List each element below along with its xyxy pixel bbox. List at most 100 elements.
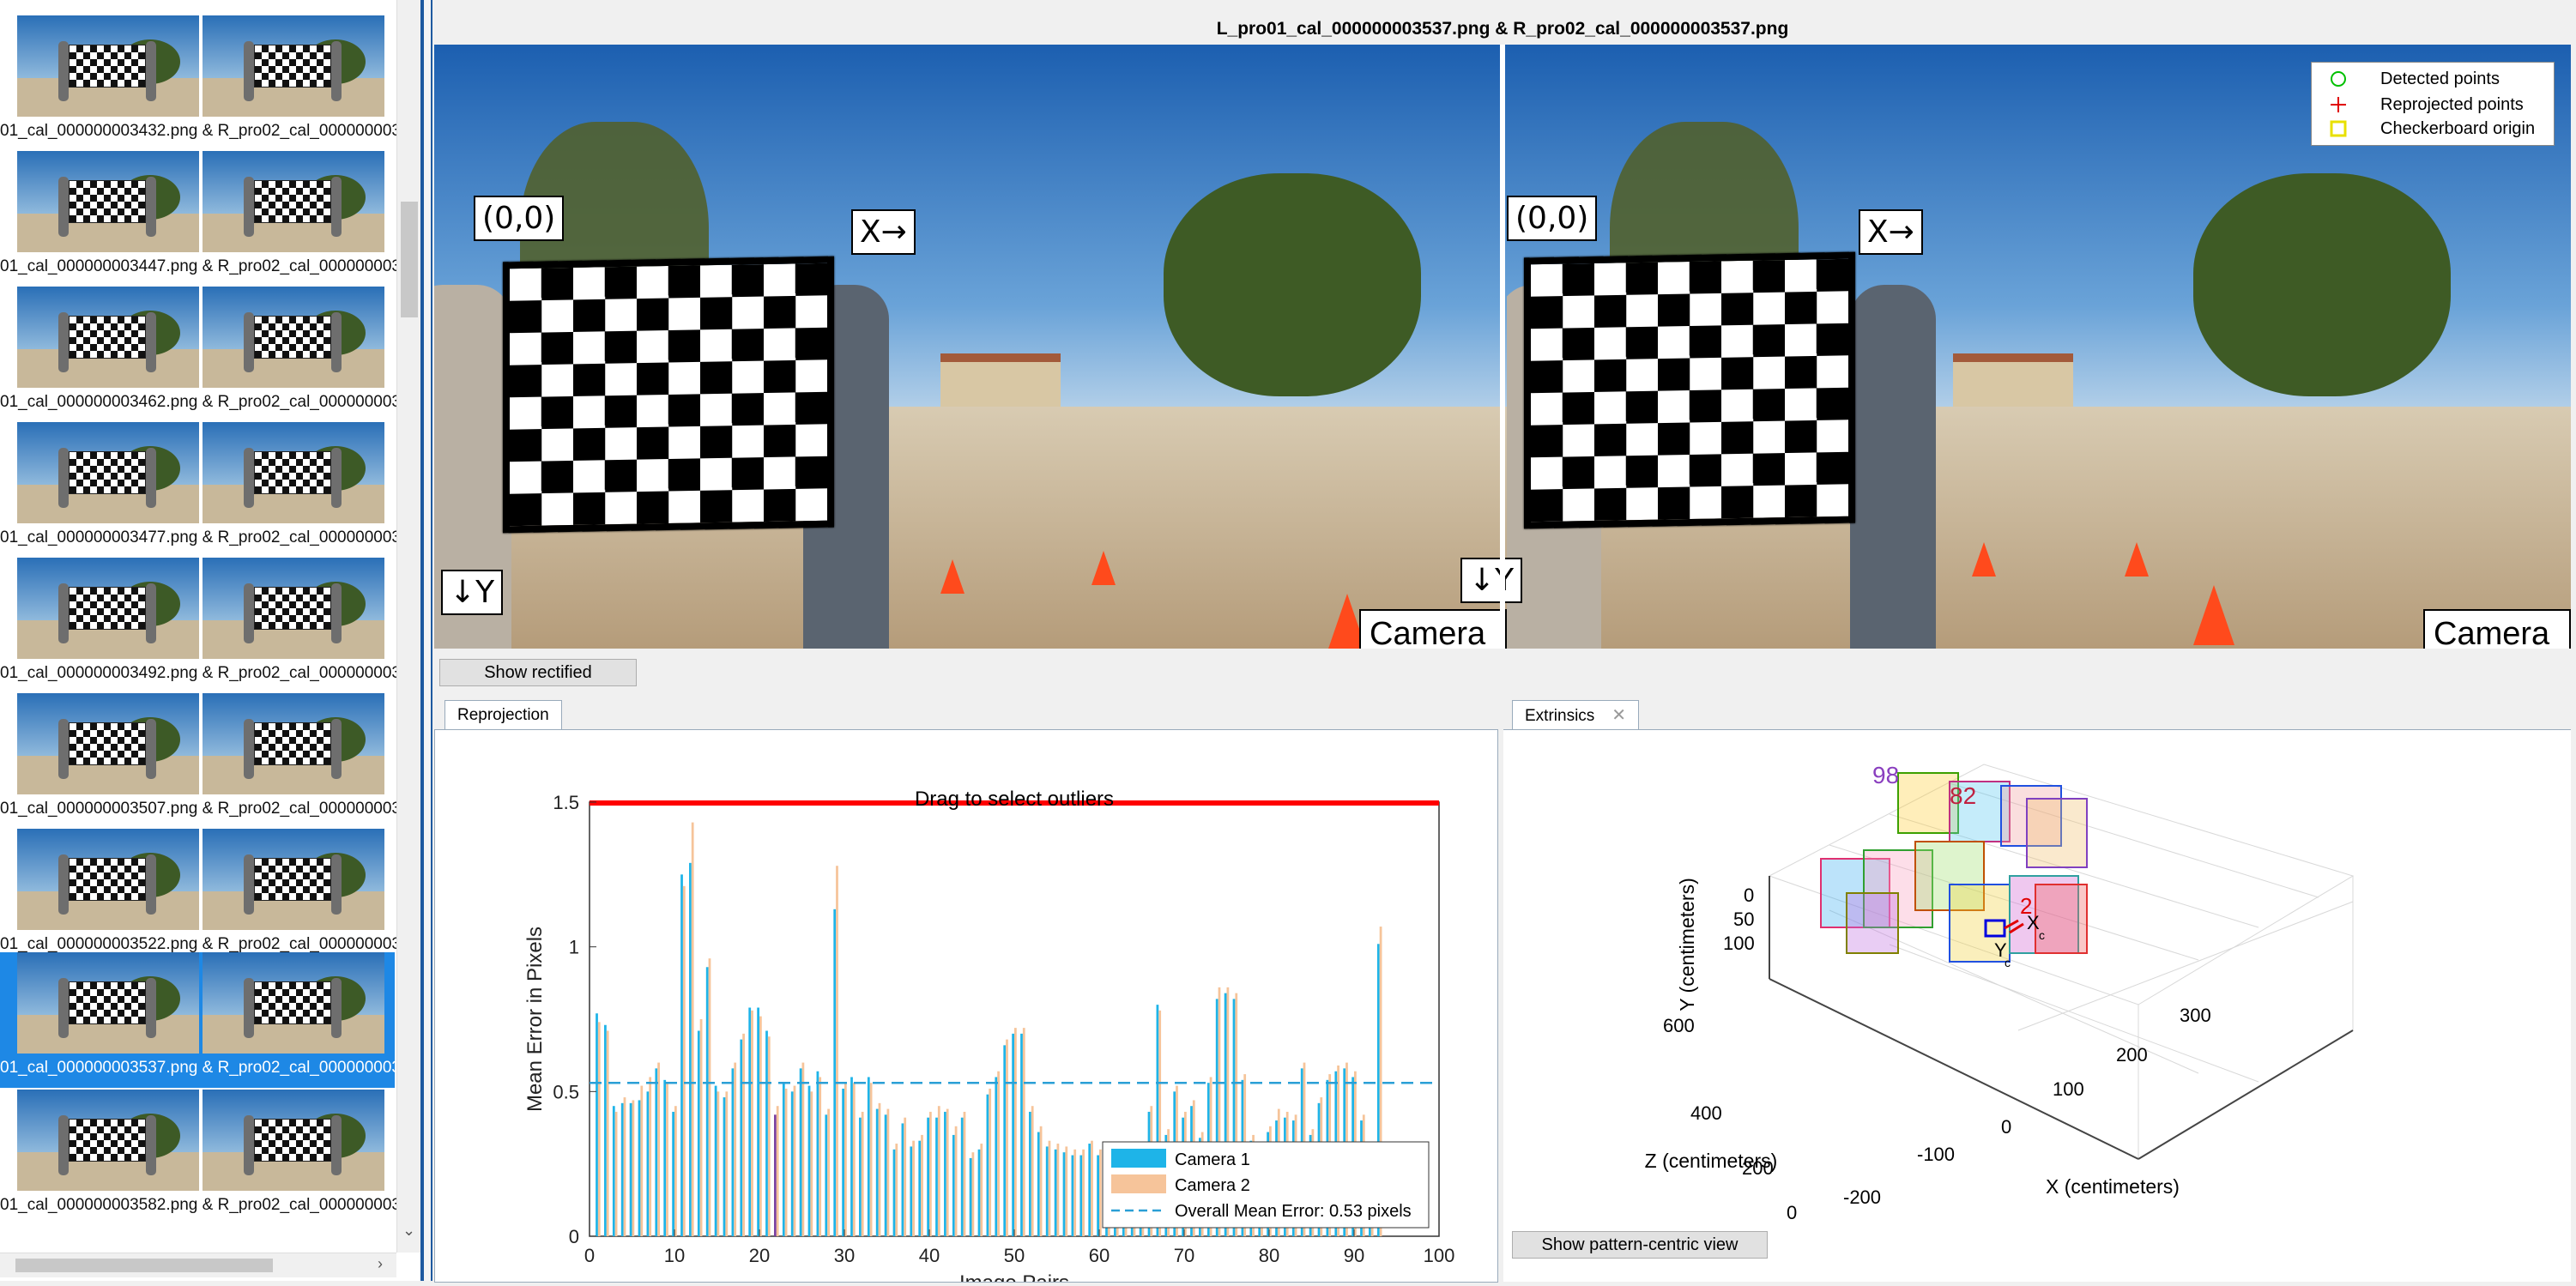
bar-camera2[interactable] bbox=[946, 1108, 949, 1236]
bar-camera1[interactable] bbox=[782, 1083, 785, 1236]
bar-camera2[interactable] bbox=[784, 1088, 788, 1236]
bar-camera2[interactable] bbox=[861, 1111, 864, 1236]
bar-camera1[interactable] bbox=[765, 1030, 768, 1236]
bar-camera2[interactable] bbox=[674, 1106, 677, 1236]
bar-camera2[interactable] bbox=[810, 1091, 813, 1236]
bar-camera1[interactable] bbox=[901, 1123, 904, 1236]
bar-camera2[interactable] bbox=[886, 1108, 890, 1236]
image-pair-item[interactable]: 01_cal_000000003582.png & R_pro02_cal_00… bbox=[0, 1090, 401, 1225]
bar-camera1[interactable] bbox=[672, 1111, 674, 1236]
bar-camera1[interactable] bbox=[655, 1068, 658, 1236]
bar-camera1[interactable] bbox=[986, 1094, 989, 1236]
bar-camera1[interactable] bbox=[612, 1106, 615, 1236]
bar-camera1[interactable] bbox=[977, 1149, 981, 1236]
bar-camera2[interactable] bbox=[1014, 1028, 1017, 1236]
bar-camera1[interactable] bbox=[816, 1071, 819, 1236]
close-icon[interactable]: ✕ bbox=[1612, 706, 1626, 725]
bar-camera2[interactable] bbox=[759, 1016, 762, 1236]
bar-camera2[interactable] bbox=[742, 1033, 745, 1236]
bar-camera2[interactable] bbox=[1031, 1106, 1034, 1236]
bar-camera2[interactable] bbox=[989, 1088, 992, 1236]
bar-camera2[interactable] bbox=[691, 822, 694, 1236]
bar-camera1[interactable] bbox=[757, 1007, 759, 1236]
bar-camera2[interactable] bbox=[751, 1010, 753, 1236]
bar-camera2[interactable] bbox=[1006, 1039, 1008, 1236]
reprojection-chart[interactable]: Drag to select outliers0 10 20 30 40 50 60 70 80… bbox=[435, 730, 1497, 1286]
bar-camera1[interactable] bbox=[1071, 1155, 1074, 1236]
bar-camera1[interactable] bbox=[969, 1157, 972, 1236]
bar-camera1[interactable] bbox=[1079, 1155, 1083, 1236]
bar-camera2[interactable] bbox=[614, 1111, 618, 1236]
bar-camera2[interactable] bbox=[623, 1097, 626, 1236]
horizontal-scrollbar[interactable]: › bbox=[0, 1253, 396, 1277]
chevron-down-icon[interactable]: ⌄ bbox=[402, 1222, 415, 1240]
bar-camera2[interactable] bbox=[1091, 1140, 1093, 1236]
bar-camera1[interactable] bbox=[1097, 1155, 1099, 1236]
bar-camera2[interactable] bbox=[827, 1108, 830, 1236]
bar-camera2[interactable] bbox=[1039, 1126, 1043, 1236]
bar-camera2[interactable] bbox=[819, 1077, 822, 1236]
vertical-scrollbar[interactable]: ⌄ bbox=[396, 0, 420, 1253]
bar-camera2[interactable] bbox=[708, 958, 711, 1236]
bar-camera2[interactable] bbox=[725, 1091, 729, 1236]
bar-camera1[interactable] bbox=[1003, 1045, 1007, 1236]
bar-camera1[interactable] bbox=[748, 1007, 752, 1236]
bar-camera1[interactable] bbox=[995, 1077, 998, 1236]
bar-camera1[interactable] bbox=[850, 1077, 853, 1236]
bar-camera2[interactable] bbox=[640, 1085, 644, 1236]
bar-camera1[interactable] bbox=[697, 1030, 700, 1236]
bar-camera2[interactable] bbox=[632, 1100, 635, 1236]
bar-camera1[interactable] bbox=[629, 1102, 632, 1236]
bar-camera1[interactable] bbox=[1029, 1111, 1031, 1236]
bar-camera1[interactable] bbox=[1020, 1033, 1023, 1236]
bar-camera2[interactable] bbox=[776, 1106, 779, 1236]
bar-camera1[interactable] bbox=[1062, 1152, 1066, 1236]
bar-camera2[interactable] bbox=[980, 1144, 983, 1236]
bar-camera1[interactable] bbox=[833, 909, 837, 1236]
bar-camera2[interactable] bbox=[929, 1111, 932, 1236]
bar-camera2[interactable] bbox=[912, 1140, 915, 1236]
bar-camera1[interactable] bbox=[689, 862, 692, 1236]
bar-camera2[interactable] bbox=[1082, 1149, 1085, 1236]
bar-camera1[interactable] bbox=[952, 1134, 955, 1236]
bar-camera2[interactable] bbox=[1022, 1028, 1025, 1236]
image-pair-item[interactable]: 01_cal_000000003462.png & R_pro02_cal_00… bbox=[0, 287, 401, 422]
bar-camera2[interactable] bbox=[963, 1111, 966, 1236]
image-pair-item[interactable]: 01_cal_000000003447.png & R_pro02_cal_00… bbox=[0, 151, 401, 287]
bar-camera2[interactable] bbox=[954, 1126, 958, 1236]
bar-camera1[interactable] bbox=[918, 1140, 922, 1236]
bar-camera1[interactable] bbox=[1045, 1146, 1049, 1236]
bar-camera1[interactable] bbox=[859, 1117, 862, 1236]
bar-camera2[interactable] bbox=[767, 1036, 771, 1236]
bar-camera1[interactable] bbox=[1088, 1144, 1091, 1236]
image-pair-item[interactable]: 01_cal_000000003492.png & R_pro02_cal_00… bbox=[0, 558, 401, 693]
bar-camera1[interactable] bbox=[731, 1068, 735, 1236]
bar-camera1[interactable] bbox=[646, 1091, 650, 1236]
image-pair-item[interactable]: 01_cal_000000003507.png & R_pro02_cal_00… bbox=[0, 693, 401, 829]
bar-camera1[interactable] bbox=[596, 1013, 598, 1236]
bar-camera2[interactable] bbox=[971, 1152, 975, 1236]
bar-camera2[interactable] bbox=[1099, 1149, 1102, 1236]
bar-camera1[interactable] bbox=[604, 1024, 607, 1236]
bar-camera2[interactable] bbox=[937, 1106, 940, 1236]
bar-camera1[interactable] bbox=[807, 1085, 811, 1236]
bar-camera1[interactable] bbox=[740, 1039, 743, 1236]
panel-splitter[interactable] bbox=[420, 0, 432, 1281]
bar-camera1[interactable] bbox=[944, 1111, 946, 1236]
bar-camera2[interactable] bbox=[666, 1083, 668, 1236]
image-pair-item[interactable]: 01_cal_000000003537.png & R_pro02_cal_00… bbox=[0, 952, 401, 1088]
bar-camera1[interactable] bbox=[638, 1100, 641, 1236]
tab-extrinsics[interactable]: Extrinsics ✕ bbox=[1512, 700, 1640, 730]
extrinsics-3d-plot[interactable]: 98 82 2 X c Y c 0 50 100 600 400 200 0 -… bbox=[1503, 730, 2571, 1245]
bar-camera2[interactable] bbox=[801, 1062, 805, 1236]
bar-camera1[interactable] bbox=[927, 1117, 929, 1236]
bar-camera2[interactable] bbox=[921, 1134, 923, 1236]
bar-camera1[interactable] bbox=[723, 1097, 726, 1236]
bar-camera1[interactable] bbox=[680, 874, 683, 1236]
bar-camera2[interactable] bbox=[997, 1071, 1000, 1236]
bar-camera1[interactable] bbox=[935, 1117, 938, 1236]
image-pair-browser[interactable]: 01_cal_000000003432.png & R_pro02_cal_00… bbox=[0, 0, 420, 1281]
bar-camera2[interactable] bbox=[1073, 1149, 1077, 1236]
bar-camera1[interactable] bbox=[825, 1114, 828, 1236]
bar-camera1[interactable] bbox=[867, 1077, 870, 1236]
